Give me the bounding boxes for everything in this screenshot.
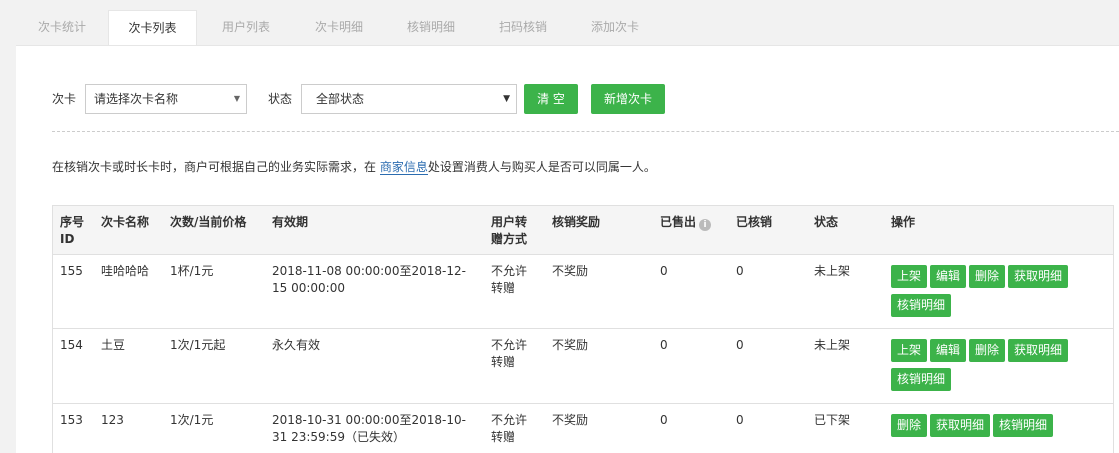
tab-card-stats[interactable]: 次卡统计 — [18, 10, 106, 45]
table-row: 153 123 1次/1元 2018-10-31 00:00:00至2018-1… — [53, 404, 1113, 453]
tab-card-list[interactable]: 次卡列表 — [108, 10, 197, 46]
notice-text: 在核销次卡或时长卡时，商户可根据自己的业务实际需求，在 商家信息处设置消费人与购… — [52, 158, 656, 175]
cell-id: 155 — [60, 264, 83, 278]
delete-button[interactable]: 删除 — [969, 339, 1006, 362]
header-count-price: 次数/当前价格 — [170, 215, 247, 229]
cell-validity: 永久有效 — [272, 338, 321, 352]
merchant-info-link[interactable]: 商家信息 — [379, 160, 428, 175]
cell-count-price: 1次/1元 — [170, 413, 214, 427]
clear-button[interactable]: 清 空 — [524, 84, 578, 114]
cell-id: 154 — [60, 338, 83, 352]
row-actions: 上架 编辑 删除 获取明细核销明细 — [891, 265, 1111, 323]
get-details-button[interactable]: 获取明细 — [1008, 339, 1069, 362]
cell-verified: 0 — [736, 413, 744, 427]
tab-add-card[interactable]: 添加次卡 — [571, 10, 659, 45]
header-reward: 核销奖励 — [552, 215, 601, 229]
header-gift: 用户转赠方式 — [491, 215, 528, 246]
cell-count-price: 1次/1元起 — [170, 338, 226, 352]
cell-name: 土豆 — [101, 338, 126, 352]
notice-before: 在核销次卡或时长卡时，商户可根据自己的业务实际需求，在 — [52, 160, 380, 174]
get-details-button[interactable]: 获取明细 — [1008, 265, 1069, 288]
cell-validity: 2018-11-08 00:00:00至2018-12-15 00:00:00 — [272, 264, 466, 295]
divider — [52, 131, 1119, 132]
tab-user-list[interactable]: 用户列表 — [203, 10, 289, 45]
row-actions: 上架 编辑 删除 获取明细核销明细 — [891, 339, 1111, 397]
add-card-button[interactable]: 新增次卡 — [591, 84, 665, 114]
header-name: 次卡名称 — [101, 215, 150, 229]
verify-details-button[interactable]: 核销明细 — [891, 368, 952, 391]
row-actions: 删除 获取明细 核销明细 — [891, 414, 1111, 443]
notice-after: 处设置消费人与购买人是否可以同属一人。 — [427, 160, 656, 174]
cell-sold: 0 — [660, 338, 668, 352]
caret-down-icon: ▼ — [233, 94, 240, 103]
cell-reward: 不奖励 — [552, 264, 589, 278]
verify-details-button[interactable]: 核销明细 — [993, 414, 1054, 437]
publish-button[interactable]: 上架 — [891, 265, 928, 288]
cell-verified: 0 — [736, 264, 744, 278]
card-name-select[interactable]: 请选择次卡名称 ▼ — [85, 84, 247, 114]
status-filter-label: 状态 — [268, 92, 293, 106]
cell-name: 123 — [101, 413, 124, 427]
cell-status: 未上架 — [814, 264, 851, 278]
cell-sold: 0 — [660, 264, 668, 278]
status-select[interactable]: 全部状态 ▼ — [301, 84, 517, 114]
cell-gift: 不允许转赠 — [491, 413, 528, 444]
cell-id: 153 — [60, 413, 83, 427]
tab-scan-verify[interactable]: 扫码核销 — [479, 10, 567, 45]
edit-button[interactable]: 编辑 — [930, 339, 967, 362]
caret-down-icon: ▼ — [503, 94, 510, 104]
publish-button[interactable]: 上架 — [891, 339, 928, 362]
delete-button[interactable]: 删除 — [969, 265, 1006, 288]
cell-sold: 0 — [660, 413, 668, 427]
main-panel: 次卡 请选择次卡名称 ▼ 状态 全部状态 ▼ 清 空 新增次卡 在核销次卡或时长… — [16, 45, 1119, 453]
table-header: 序号ID 次卡名称 次数/当前价格 有效期 用户转赠方式 核销奖励 已售出 i 已… — [53, 206, 1113, 255]
cell-status: 已下架 — [814, 413, 851, 427]
cell-gift: 不允许转赠 — [491, 338, 528, 369]
tab-card-details[interactable]: 次卡明细 — [295, 10, 383, 45]
table-row: 155 哇哈哈哈 1杯/1元 2018-11-08 00:00:00至2018-… — [53, 255, 1113, 329]
table-row: 154 土豆 1次/1元起 永久有效 不允许转赠 不奖励 0 0 未上架 上架编… — [53, 329, 1113, 404]
cell-reward: 不奖励 — [552, 413, 589, 427]
info-icon[interactable]: i — [699, 219, 712, 231]
card-name-select-value: 请选择次卡名称 — [94, 92, 179, 106]
header-id: 序号ID — [60, 215, 85, 246]
header-status: 状态 — [814, 215, 839, 229]
card-table: 序号ID 次卡名称 次数/当前价格 有效期 用户转赠方式 核销奖励 已售出 i 已… — [52, 205, 1114, 453]
cell-gift: 不允许转赠 — [491, 264, 528, 295]
cell-count-price: 1杯/1元 — [170, 264, 214, 278]
get-details-button[interactable]: 获取明细 — [930, 414, 991, 437]
header-ops: 操作 — [891, 215, 916, 229]
cell-verified: 0 — [736, 338, 744, 352]
cell-validity: 2018-10-31 00:00:00至2018-10-31 23:59:59（… — [272, 413, 466, 444]
delete-button[interactable]: 删除 — [891, 414, 928, 437]
status-select-value: 全部状态 — [316, 92, 365, 106]
card-filter-label: 次卡 — [52, 92, 77, 106]
tab-verify-details[interactable]: 核销明细 — [387, 10, 475, 45]
tab-bar: 次卡统计 次卡列表 用户列表 次卡明细 核销明细 扫码核销 添加次卡 — [0, 0, 1119, 46]
cell-name: 哇哈哈哈 — [101, 264, 150, 278]
header-verified: 已核销 — [736, 215, 773, 229]
header-sold-label: 已售出 — [660, 215, 697, 229]
cell-status: 未上架 — [814, 338, 851, 352]
header-validity: 有效期 — [272, 215, 309, 229]
verify-details-button[interactable]: 核销明细 — [891, 294, 952, 317]
edit-button[interactable]: 编辑 — [930, 265, 967, 288]
header-sold: 已售出 i — [660, 214, 712, 231]
cell-reward: 不奖励 — [552, 338, 589, 352]
